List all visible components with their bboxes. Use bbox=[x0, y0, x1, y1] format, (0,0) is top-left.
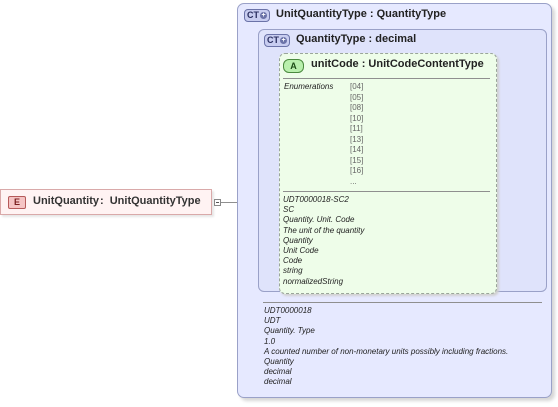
enum-item: [16] bbox=[350, 166, 364, 175]
enum-item: [11] bbox=[350, 124, 363, 133]
element-type-label: : UnitQuantityType bbox=[100, 195, 201, 207]
enum-item: [13] bbox=[350, 134, 364, 144]
attribute-title: unitCode : UnitCodeContentType bbox=[311, 58, 484, 70]
element-name: UnitQuantity bbox=[33, 195, 99, 207]
enum-item: [05] bbox=[350, 92, 364, 102]
attribute-badge: A bbox=[283, 59, 304, 73]
element-box-unitquantity[interactable]: E UnitQuantity : UnitQuantityType bbox=[0, 189, 212, 215]
doc-line: Quantity bbox=[264, 357, 294, 367]
element-type: UnitQuantityType bbox=[109, 195, 201, 207]
inner-ct-badge-text: CT bbox=[267, 35, 279, 45]
doc-line: string bbox=[283, 266, 303, 276]
doc-line: Quantity. Unit. Code bbox=[283, 215, 355, 225]
plus-icon: + bbox=[260, 12, 267, 19]
outer-ct-badge-text: CT bbox=[247, 10, 259, 20]
doc-line: Code bbox=[283, 256, 303, 266]
doc-line: The unit of the quantity bbox=[283, 225, 365, 235]
plus-icon: + bbox=[280, 37, 287, 44]
outer-divider-doc bbox=[263, 302, 542, 303]
attribute-documentation: UDT0000018-SC2 SC Quantity. Unit. Code T… bbox=[283, 195, 364, 287]
enum-item: [10] bbox=[350, 113, 364, 123]
element-separator: : bbox=[100, 195, 104, 207]
doc-line: UDT0000018-SC2 bbox=[283, 195, 349, 204]
doc-line: UDT bbox=[264, 316, 281, 326]
enumerations-label: Enumerations bbox=[284, 82, 334, 91]
doc-line: 1.0 bbox=[264, 336, 276, 346]
doc-line: normalizedString bbox=[283, 276, 344, 286]
doc-line: UDT0000018 bbox=[264, 306, 312, 315]
doc-line: decimal bbox=[264, 367, 292, 377]
doc-line: Quantity. Type bbox=[264, 326, 315, 336]
enum-item: [14] bbox=[350, 145, 364, 154]
enum-item: ... bbox=[350, 176, 357, 186]
doc-line: decimal bbox=[264, 377, 292, 387]
attribute-divider-top bbox=[283, 78, 490, 79]
outer-ct-title: UnitQuantityType : QuantityType bbox=[276, 8, 447, 20]
connector-element-to-type bbox=[219, 202, 237, 203]
enum-item: [04] bbox=[350, 82, 364, 91]
inner-ct-title: QuantityType : decimal bbox=[296, 33, 417, 45]
doc-line: Unit Code bbox=[283, 246, 319, 256]
enum-item: [15] bbox=[350, 155, 364, 165]
enumerations-list: [04] [05] [08] [10] [11] [13] [14] [15] … bbox=[350, 82, 363, 187]
doc-line: Quantity bbox=[283, 235, 313, 245]
outer-ct-badge: CT + bbox=[244, 9, 270, 22]
doc-line: SC bbox=[283, 205, 295, 215]
element-expand-toggle[interactable] bbox=[214, 199, 221, 206]
enum-item: [08] bbox=[350, 103, 364, 112]
element-badge: E bbox=[8, 196, 26, 209]
attribute-divider-doc bbox=[283, 191, 490, 192]
doc-line: A counted number of non-monetary units p… bbox=[264, 346, 509, 356]
outer-type-documentation: UDT0000018 UDT Quantity. Type 1.0 A coun… bbox=[264, 306, 508, 388]
inner-ct-badge: CT + bbox=[264, 34, 290, 47]
